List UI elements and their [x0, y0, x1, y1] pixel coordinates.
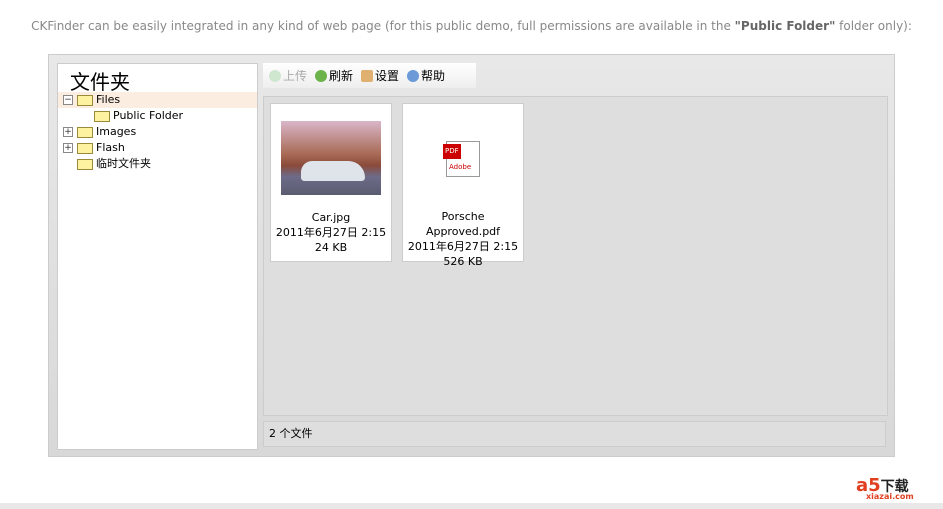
upload-button[interactable]: 上传: [269, 67, 307, 84]
help-icon: [407, 69, 420, 82]
file-size: 526 KB: [443, 255, 483, 268]
tree-node-temp[interactable]: 临时文件夹: [58, 156, 257, 172]
wrench-icon: [361, 69, 374, 82]
folder-open-icon: [77, 94, 93, 106]
folder-icon: [94, 110, 110, 122]
file-name: Porsche Approved.pdf: [425, 210, 501, 238]
help-button[interactable]: 帮助: [407, 67, 445, 84]
file-size: 24 KB: [314, 241, 348, 254]
file-date: 2011年6月27日 2:15: [407, 240, 519, 253]
site-logo: a5下载 xiazai.com: [856, 475, 914, 501]
folder-panel-title: 文件夹: [70, 70, 130, 94]
settings-button[interactable]: 设置: [361, 67, 399, 84]
tree-node-images[interactable]: + Images: [58, 124, 257, 140]
expand-icon[interactable]: +: [63, 127, 73, 137]
file-item[interactable]: PDF Adobe Porsche Approved.pdf 2011年6月27…: [402, 103, 524, 268]
file-item[interactable]: Car.jpg 2011年6月27日 2:15 24 KB: [270, 103, 392, 262]
ckfinder: 文件夹 − Files Public Folder + Images + Flash …: [48, 54, 895, 457]
refresh-icon: [315, 69, 328, 82]
file-name: Car.jpg: [311, 211, 351, 224]
expand-icon[interactable]: +: [63, 143, 73, 153]
pdf-icon: PDF Adobe: [443, 141, 480, 177]
folder-icon: [77, 126, 93, 138]
folder-panel: 文件夹 − Files Public Folder + Images + Flash …: [57, 63, 258, 450]
folder-icon: [77, 158, 93, 170]
file-view: Car.jpg 2011年6月27日 2:15 24 KB PDF Adobe …: [263, 96, 888, 416]
tree-node-flash[interactable]: + Flash: [58, 140, 257, 156]
intro-text: CKFinder can be easily integrated in any…: [31, 19, 912, 33]
folder-icon: [77, 142, 93, 154]
tree-node-files[interactable]: − Files: [58, 92, 257, 108]
status-bar: 2 个文件: [263, 421, 886, 447]
file-date: 2011年6月27日 2:15: [275, 226, 387, 239]
upload-icon: [269, 69, 281, 82]
toolbar: 上传 刷新 设置 帮助: [263, 63, 476, 88]
bottom-bar: [0, 503, 943, 509]
car-thumbnail: [281, 121, 381, 195]
refresh-button[interactable]: 刷新: [315, 67, 353, 84]
collapse-icon[interactable]: −: [63, 95, 73, 105]
tree-node-public-folder[interactable]: Public Folder: [58, 108, 257, 124]
